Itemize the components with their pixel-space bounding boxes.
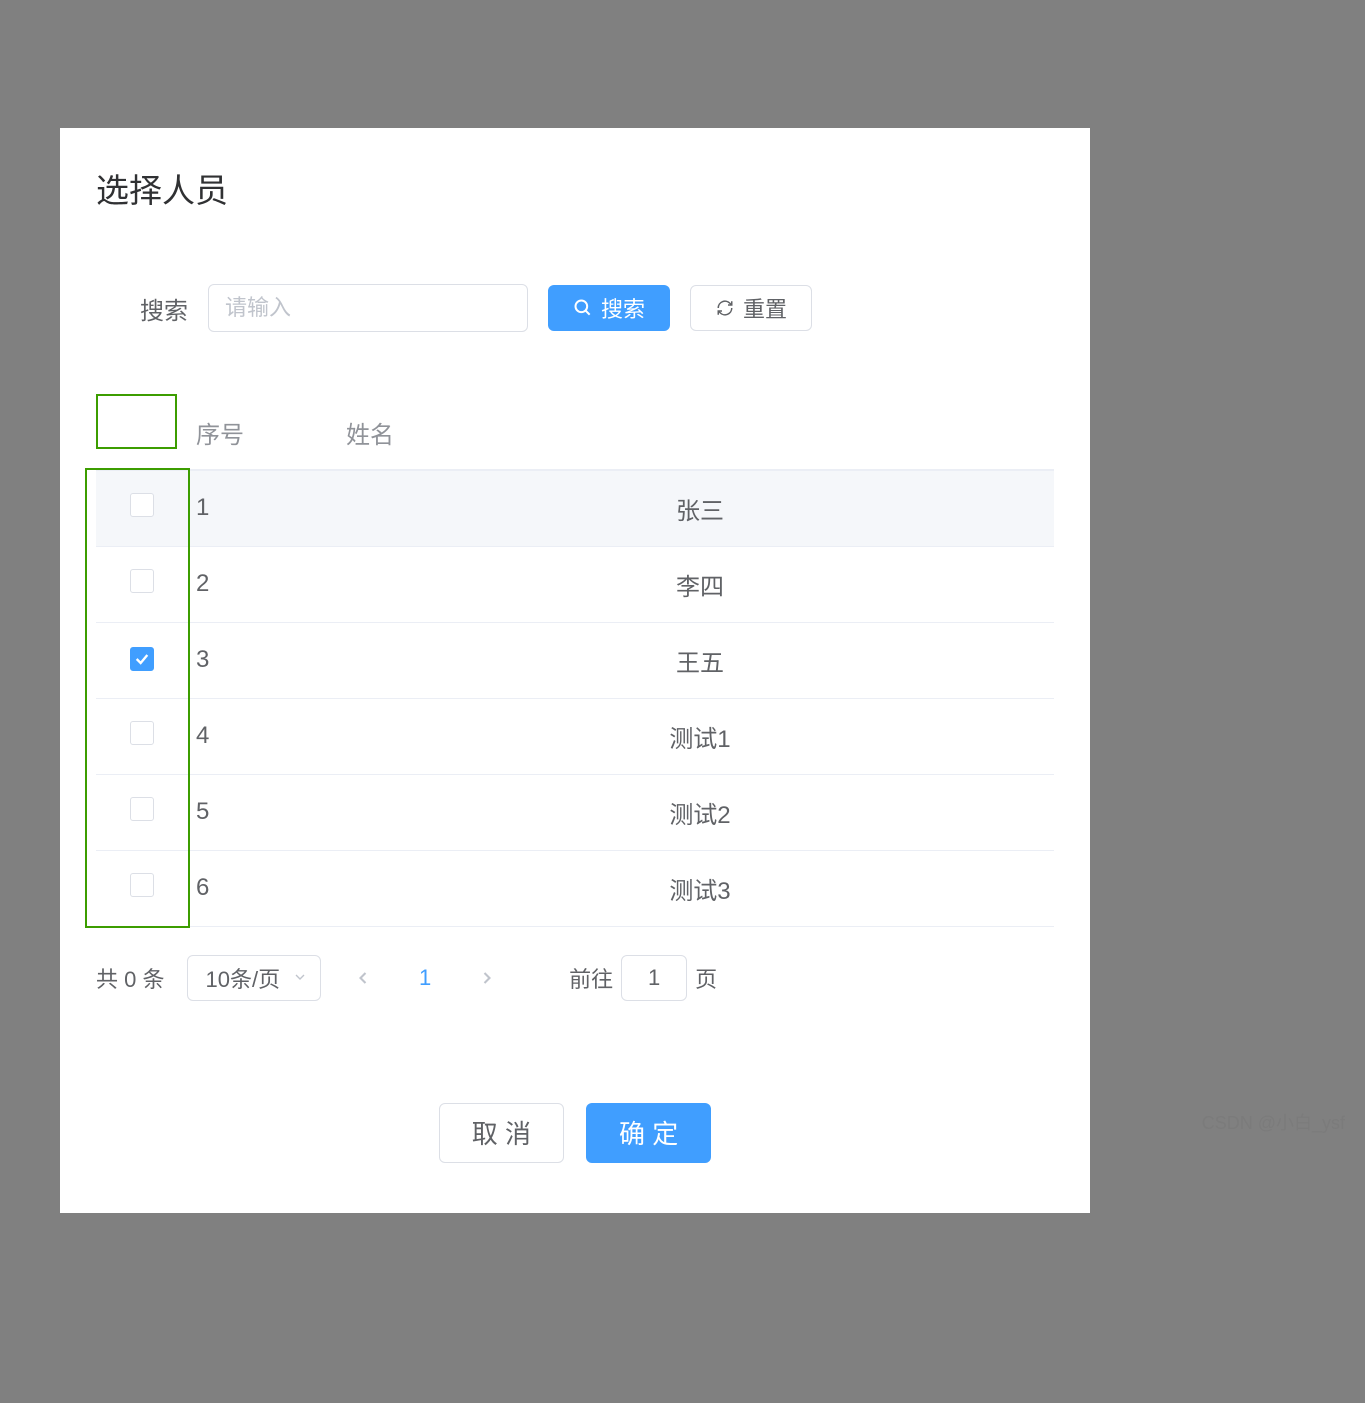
person-table: 序号 姓名 1 张三 2 李四 3 王五 (96, 396, 1054, 927)
row-checkbox[interactable] (130, 873, 154, 897)
cell-name: 王五 (340, 622, 1054, 698)
table-row[interactable]: 2 李四 (96, 546, 1054, 622)
pagination: 共 0 条 10条/页 1 前往 页 (60, 955, 1090, 1001)
cancel-button[interactable]: 取 消 (439, 1103, 564, 1163)
cell-name: 测试2 (340, 774, 1054, 850)
page-size-select[interactable]: 10条/页 (187, 955, 322, 1001)
row-checkbox[interactable] (130, 647, 154, 671)
table-row[interactable]: 1 张三 (96, 470, 1054, 546)
next-page-button[interactable] (467, 958, 507, 998)
goto-prefix: 前往 (569, 962, 613, 994)
cell-name: 李四 (340, 546, 1054, 622)
cell-name: 张三 (340, 470, 1054, 546)
search-label: 搜索 (140, 291, 188, 326)
row-checkbox[interactable] (130, 721, 154, 745)
prev-page-button[interactable] (343, 958, 383, 998)
row-checkbox[interactable] (130, 569, 154, 593)
reset-icon (715, 298, 735, 318)
pager-goto: 前往 页 (569, 955, 717, 1001)
col-index-header: 序号 (190, 396, 340, 470)
search-row: 搜索 搜索 重置 (60, 284, 1090, 332)
table-row[interactable]: 3 王五 (96, 622, 1054, 698)
table-row[interactable]: 5 测试2 (96, 774, 1054, 850)
row-checkbox[interactable] (130, 797, 154, 821)
cell-index: 6 (190, 850, 340, 926)
goto-suffix: 页 (695, 962, 717, 994)
cell-index: 3 (190, 622, 340, 698)
select-person-modal: 选择人员 搜索 搜索 重置 序号 姓名 (60, 128, 1090, 1213)
cell-index: 5 (190, 774, 340, 850)
search-icon (573, 298, 593, 318)
confirm-button[interactable]: 确 定 (586, 1103, 711, 1163)
modal-title: 选择人员 (60, 164, 1090, 212)
table-wrap: 序号 姓名 1 张三 2 李四 3 王五 (60, 396, 1090, 927)
search-button-label: 搜索 (601, 292, 645, 324)
current-page[interactable]: 1 (405, 965, 445, 991)
cell-index: 4 (190, 698, 340, 774)
table-row[interactable]: 4 测试1 (96, 698, 1054, 774)
cell-name: 测试3 (340, 850, 1054, 926)
chevron-down-icon (292, 965, 308, 991)
search-button[interactable]: 搜索 (548, 285, 670, 331)
col-checkbox-header (96, 396, 190, 470)
pager-total: 共 0 条 (96, 962, 165, 994)
col-name-header: 姓名 (340, 396, 1054, 470)
reset-button[interactable]: 重置 (690, 285, 812, 331)
page-size-label: 10条/页 (206, 962, 281, 994)
cell-index: 1 (190, 470, 340, 546)
cell-name: 测试1 (340, 698, 1054, 774)
modal-footer: 取 消 确 定 (60, 1103, 1090, 1163)
row-checkbox[interactable] (130, 493, 154, 517)
cell-index: 2 (190, 546, 340, 622)
goto-page-input[interactable] (621, 955, 687, 1001)
watermark: CSDN @小白_ysf (1202, 1109, 1345, 1135)
table-row[interactable]: 6 测试3 (96, 850, 1054, 926)
reset-button-label: 重置 (743, 292, 787, 324)
search-input[interactable] (208, 284, 528, 332)
